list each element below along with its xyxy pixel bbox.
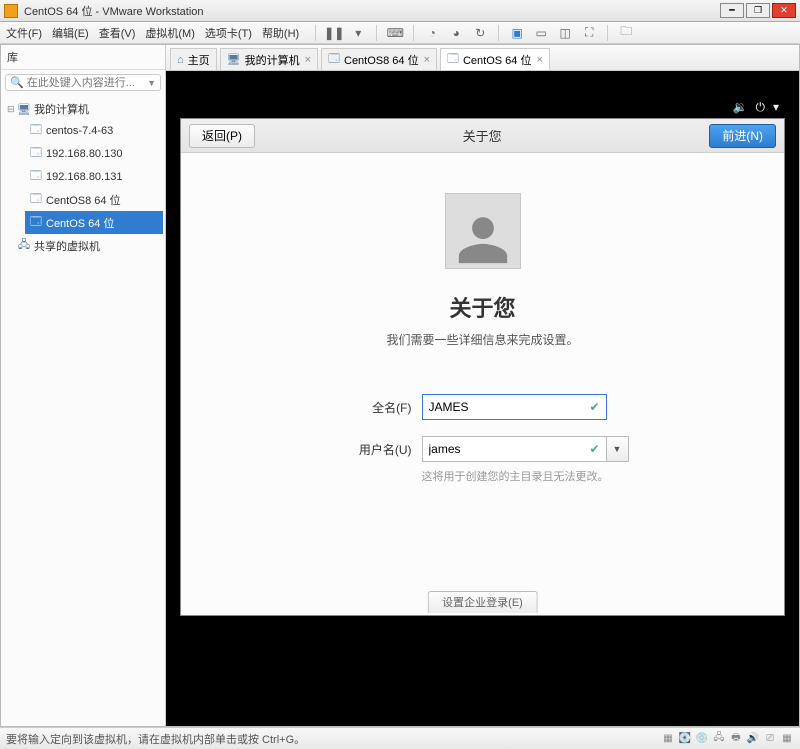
revert-icon[interactable]: ↻ (472, 25, 488, 41)
fullname-field-wrap[interactable]: ✔ (422, 394, 607, 420)
menubar: 文件(F) 编辑(E) 查看(V) 虚拟机(M) 选项卡(T) 帮助(H) ❚❚… (0, 22, 800, 44)
stretch-icon[interactable]: ⛶ (581, 25, 597, 41)
back-button[interactable]: 返回(P) (189, 124, 255, 148)
snapshot-manage-icon[interactable]: ◕ (448, 25, 464, 41)
fit-guest-icon[interactable]: ▣ (509, 25, 525, 41)
vm-tree: ⊟🖥我的计算机 🗔centos-7.4-63 🗔192.168.80.130 🗔… (1, 95, 165, 261)
username-hint: 这将用于创建您的主目录且无法更改。 (422, 468, 629, 484)
status-hint: 要将输入定向到该虚拟机，请在虚拟机内部单击或按 Ctrl+G。 (6, 731, 305, 747)
menu-file[interactable]: 文件(F) (6, 25, 42, 41)
username-input[interactable] (429, 442, 586, 456)
device-icon[interactable]: 🖶 (729, 732, 743, 746)
page-title: 关于您 (449, 291, 515, 323)
tab-mypc[interactable]: 🖥我的计算机× (220, 48, 318, 70)
menu-tabs[interactable]: 选项卡(T) (205, 25, 252, 41)
username-field-wrap[interactable]: ✔ (422, 436, 607, 462)
app-icon (4, 4, 18, 18)
tree-root-mypc[interactable]: ⊟🖥我的计算机 (3, 99, 163, 119)
close-icon[interactable]: × (305, 54, 311, 66)
close-icon[interactable]: × (424, 54, 430, 66)
tree-shared-vms[interactable]: 🖧共享的虚拟机 (3, 234, 163, 257)
device-icon[interactable]: ▦ (780, 732, 794, 746)
send-keys-icon[interactable]: ⌨ (387, 25, 403, 41)
next-button[interactable]: 前进(N) (709, 124, 776, 148)
guest-header-title: 关于您 (255, 126, 709, 145)
window-close-button[interactable]: ✕ (772, 3, 796, 18)
tree-vm[interactable]: 🗔192.168.80.131 (25, 165, 163, 188)
username-label: 用户名(U) (337, 441, 412, 458)
dropdown-icon[interactable]: ▾ (350, 25, 366, 41)
close-icon[interactable]: × (536, 54, 542, 66)
vm-console[interactable]: 🔉 ⏻ ▾ 返回(P) 关于您 前进(N) 关于您 我 (166, 71, 799, 726)
tab-centos8[interactable]: 🗔CentOS8 64 位× (321, 48, 437, 70)
tree-vm[interactable]: 🗔CentOS8 64 位 (25, 188, 163, 211)
menu-help[interactable]: 帮助(H) (262, 25, 299, 41)
sidebar: 库 🔍 ▼ ⊟🖥我的计算机 🗔centos-7.4-63 🗔192.168.80… (1, 45, 166, 726)
snapshot-icon[interactable]: ◔ (424, 25, 440, 41)
search-icon: 🔍 (10, 76, 24, 89)
content-area: ⌂主页 🖥我的计算机× 🗔CentOS8 64 位× 🗔CentOS 64 位×… (166, 45, 799, 726)
sidebar-search-box[interactable]: 🔍 ▼ (5, 74, 161, 91)
check-icon: ✔ (589, 442, 599, 456)
tab-home[interactable]: ⌂主页 (170, 48, 217, 70)
device-icon[interactable]: ▦ (661, 732, 675, 746)
tab-centos[interactable]: 🗔CentOS 64 位× (440, 48, 550, 70)
sound-icon[interactable]: 🔉 (733, 100, 748, 114)
vm-icon: 🗔 (328, 50, 340, 69)
device-icon[interactable]: 💿 (695, 732, 709, 746)
device-icon[interactable]: 🔊 (746, 732, 760, 746)
avatar[interactable] (445, 193, 521, 269)
window-title: CentOS 64 位 - VMware Workstation (24, 3, 718, 19)
window-minimize-button[interactable]: ━ (720, 3, 744, 18)
device-icon[interactable]: 💽 (678, 732, 692, 746)
menu-edit[interactable]: 编辑(E) (52, 25, 89, 41)
unity-icon[interactable]: ◫ (557, 25, 573, 41)
fullname-label: 全名(F) (337, 399, 412, 416)
fullscreen-icon[interactable]: ▭ (533, 25, 549, 41)
pc-icon: 🖥 (227, 53, 241, 66)
search-input[interactable] (27, 77, 147, 89)
username-menu-button[interactable]: ▼ (607, 436, 629, 462)
home-icon: ⌂ (177, 54, 184, 66)
menu-vm[interactable]: 虚拟机(M) (145, 25, 195, 41)
tree-vm-selected[interactable]: 🗔CentOS 64 位 (25, 211, 163, 234)
window-titlebar: CentOS 64 位 - VMware Workstation ━ ❐ ✕ (0, 0, 800, 22)
power-icon[interactable]: ⏻ (755, 100, 765, 115)
pause-icon[interactable]: ❚❚ (326, 25, 342, 41)
status-bar: 要将输入定向到该虚拟机，请在虚拟机内部单击或按 Ctrl+G。 ▦ 💽 💿 🖧 … (0, 727, 800, 749)
menu-view[interactable]: 查看(V) (99, 25, 136, 41)
search-dropdown-icon[interactable]: ▼ (147, 78, 156, 88)
tab-strip: ⌂主页 🖥我的计算机× 🗔CentOS8 64 位× 🗔CentOS 64 位× (166, 45, 799, 71)
check-icon: ✔ (589, 400, 599, 414)
sidebar-header: 库 (1, 45, 165, 70)
guest-setup-window: 返回(P) 关于您 前进(N) 关于您 我们需要一些详细信息来完成设置。 全名(… (180, 118, 785, 616)
tree-vm[interactable]: 🗔centos-7.4-63 (25, 119, 163, 142)
library-icon[interactable]: 🗀 (618, 25, 634, 41)
chevron-down-icon[interactable]: ▾ (773, 100, 779, 114)
device-icon[interactable]: 🖧 (712, 732, 726, 746)
device-icon[interactable]: ⎚ (763, 732, 777, 746)
window-maximize-button[interactable]: ❐ (746, 3, 770, 18)
tree-vm[interactable]: 🗔192.168.80.130 (25, 142, 163, 165)
vm-icon: 🗔 (447, 50, 459, 69)
user-icon (454, 210, 512, 268)
enterprise-login-button[interactable]: 设置企业登录(E) (427, 591, 538, 613)
page-subtitle: 我们需要一些详细信息来完成设置。 (386, 331, 578, 348)
fullname-input[interactable] (429, 400, 586, 414)
